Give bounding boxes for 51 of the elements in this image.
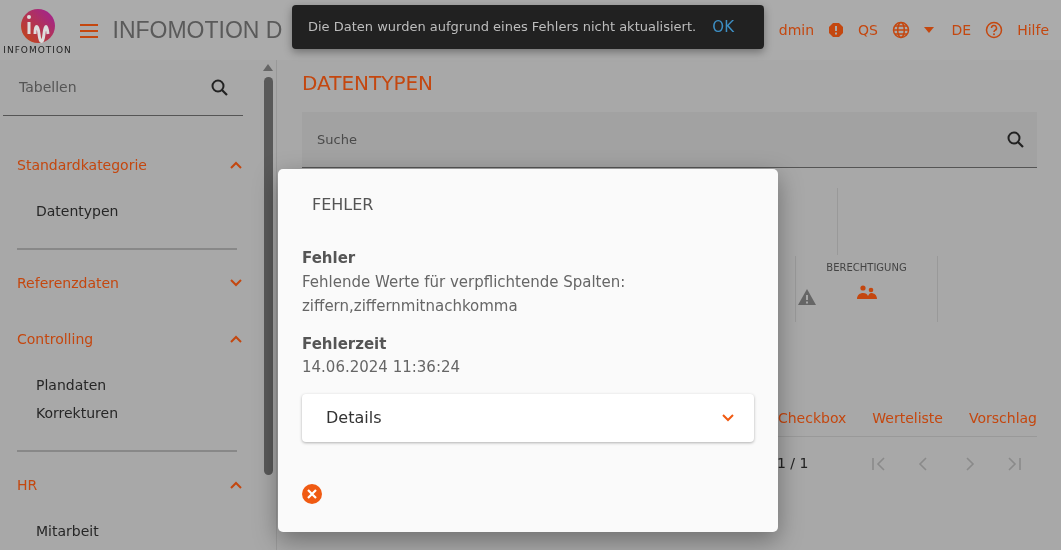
page-indicator: 1 / 1 <box>777 454 810 473</box>
field-value: 14.06.2024 11:36:24 <box>302 357 462 378</box>
caret-icon[interactable] <box>924 27 934 33</box>
details-expander[interactable]: Details <box>302 394 754 442</box>
chevron-down-icon[interactable] <box>722 414 734 422</box>
logo-icon <box>19 8 56 45</box>
scroll-up-icon[interactable] <box>263 64 273 71</box>
warning-icon <box>797 288 817 306</box>
field-value: Fehlende Werte für verpflichtende Spalten: ziffern,ziffernmitnachkomma <box>302 271 627 317</box>
search-icon[interactable] <box>211 78 229 97</box>
globe-icon[interactable] <box>892 21 910 39</box>
help-icon[interactable] <box>985 21 1004 39</box>
sidebar-item[interactable]: Korrekturen <box>0 399 260 427</box>
app-title: INFOMOTION D <box>112 15 283 45</box>
ok-button[interactable]: OK <box>712 15 734 39</box>
group-header[interactable]: Standardkategorie <box>0 142 260 188</box>
chevron-up-icon[interactable] <box>230 335 242 343</box>
chevron-up-icon[interactable] <box>230 161 242 169</box>
toast-message: Die Daten wurden aufgrund eines Fehlers nicht aktualisiert. <box>308 18 697 37</box>
search-placeholder: Suche <box>317 130 357 149</box>
chevron-down-icon[interactable] <box>230 279 242 287</box>
scrollbar-thumb[interactable] <box>263 77 273 475</box>
close-icon[interactable] <box>302 484 322 504</box>
group-header[interactable]: Controlling <box>0 316 260 362</box>
logo-text: INFOMOTION <box>3 44 72 58</box>
tab[interactable]: Werteliste <box>859 407 956 429</box>
alert-icon[interactable] <box>828 22 845 38</box>
field-label: Fehlerzeit <box>302 333 388 355</box>
people-icon[interactable] <box>855 285 878 299</box>
page-title: DATENTYPEN <box>302 70 435 97</box>
group-header[interactable]: Referenzdaten <box>0 260 260 306</box>
first-page-icon[interactable] <box>870 455 887 472</box>
search-field[interactable]: Suche <box>302 112 1037 168</box>
dialog-title: FEHLER <box>311 194 375 216</box>
search-icon[interactable] <box>1007 130 1025 149</box>
sidebar-item[interactable]: Mitarbeit <box>0 517 260 545</box>
column-header: BERECHTIGUNG <box>826 261 907 275</box>
language-link[interactable]: DE <box>951 19 972 41</box>
tab[interactable]: Checkbox <box>764 407 860 429</box>
help-link[interactable]: Hilfe <box>1017 19 1049 41</box>
user-link[interactable]: dmin <box>778 19 815 41</box>
chevron-up-icon[interactable] <box>230 481 242 489</box>
search-placeholder: Tabellen <box>19 78 77 97</box>
stage-link[interactable]: QS <box>858 19 878 41</box>
sidebar-item[interactable]: Plandaten <box>0 371 260 399</box>
search-field[interactable]: Tabellen <box>3 60 243 116</box>
tab[interactable]: Vorschlag <box>955 407 1037 429</box>
sidebar-item[interactable]: Datentypen <box>0 197 260 225</box>
group-header[interactable]: HR <box>0 462 260 508</box>
field-label: Fehler <box>302 248 357 269</box>
last-page-icon[interactable] <box>1006 455 1023 472</box>
